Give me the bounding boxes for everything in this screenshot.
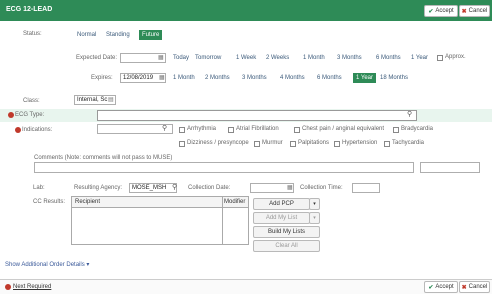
add-my-list-dropdown[interactable]: ▾: [309, 212, 320, 224]
expires-4-months[interactable]: 4 Months: [280, 73, 305, 83]
expected-2-weeks[interactable]: 2 Weeks: [266, 53, 289, 63]
expected-date-label: Expected Date:: [76, 55, 118, 61]
dizziness-checkbox[interactable]: [179, 141, 185, 147]
footer-bar: Next Required ✔ Accept ✖ Cancel: [0, 279, 492, 294]
footer-cancel-button[interactable]: ✖ Cancel: [459, 281, 490, 293]
expected-tomorrow[interactable]: Tomorrow: [195, 53, 221, 63]
dizziness-label: Dizziness / presyncope: [187, 140, 249, 146]
expires-6-months[interactable]: 6 Months: [317, 73, 342, 83]
close-icon: ✖: [461, 8, 467, 15]
bradycardia-label: Bradycardia: [401, 126, 434, 132]
hypertension-checkbox[interactable]: [334, 141, 340, 147]
chevron-down-icon: ▾: [313, 215, 316, 221]
cancel-button[interactable]: ✖ Cancel: [459, 5, 490, 17]
collection-time-input[interactable]: [352, 183, 380, 193]
check-icon: ✔: [428, 284, 434, 291]
cancel-label: Cancel: [468, 8, 488, 14]
ecg-type-label: ECG Type:: [15, 112, 45, 118]
required-icon: [15, 127, 21, 133]
approx-checkbox[interactable]: [437, 55, 443, 61]
expected-today[interactable]: Today: [173, 53, 189, 63]
status-normal[interactable]: Normal: [77, 30, 96, 40]
comments-input[interactable]: [34, 162, 414, 173]
expected-1-month[interactable]: 1 Month: [303, 53, 325, 63]
atrial-fibrillation-label: Atrial Fibrillation: [236, 126, 279, 132]
chevron-down-icon: ▾: [313, 201, 316, 207]
build-my-lists-button[interactable]: Build My Lists: [253, 226, 320, 238]
expires-1-month[interactable]: 1 Month: [173, 73, 195, 83]
search-icon[interactable]: ⚲: [407, 110, 412, 118]
palpitations-checkbox[interactable]: [290, 141, 296, 147]
atrial-fibrillation-checkbox[interactable]: [228, 127, 234, 133]
arrhythmia-checkbox[interactable]: [179, 127, 185, 133]
close-icon: ✖: [461, 284, 467, 291]
expected-3-months[interactable]: 3 Months: [337, 53, 362, 63]
calendar-icon[interactable]: ▦: [159, 74, 165, 81]
add-pcp-button[interactable]: Add PCP: [253, 198, 310, 210]
expected-6-months[interactable]: 6 Months: [376, 53, 401, 63]
chevron-down-icon: ▾: [86, 262, 90, 268]
required-icon: [5, 284, 11, 290]
indications-label: Indications:: [22, 127, 53, 133]
title-bar: ECG 12-LEAD ✔ Accept ✖ Cancel: [0, 0, 492, 21]
search-icon[interactable]: ⚲: [172, 183, 177, 191]
calendar-icon[interactable]: ▦: [287, 184, 293, 191]
add-pcp-dropdown[interactable]: ▾: [309, 198, 320, 210]
hypertension-label: Hypertension: [342, 140, 378, 146]
tachycardia-checkbox[interactable]: [384, 141, 390, 147]
murmur-label: Murmur: [262, 140, 283, 146]
collection-time-label: Collection Time:: [300, 185, 343, 191]
recipient-column-header[interactable]: Recipient: [75, 199, 100, 205]
lab-label: Lab:: [33, 185, 45, 191]
window-title: ECG 12-LEAD: [6, 6, 53, 13]
resulting-agency-label: Resulting Agency:: [74, 185, 123, 191]
chest-pain-label: Chest pain / anginal equivalent: [302, 126, 385, 132]
approx-label: Approx.: [445, 54, 466, 60]
required-icon: [8, 112, 14, 118]
expires-3-months[interactable]: 3 Months: [242, 73, 267, 83]
add-my-list-button[interactable]: Add My List: [253, 212, 310, 224]
collection-date-label: Collection Date:: [188, 185, 231, 191]
search-icon[interactable]: ⚲: [162, 124, 167, 132]
bradycardia-checkbox[interactable]: [393, 127, 399, 133]
expected-1-year[interactable]: 1 Year: [411, 53, 428, 63]
status-standing[interactable]: Standing: [106, 30, 130, 40]
cc-results-grid[interactable]: Recipient Modifier: [71, 196, 249, 245]
show-additional-details-link[interactable]: Show Additional Order Details ▾: [5, 261, 89, 268]
expected-1-week[interactable]: 1 Week: [236, 53, 256, 63]
column-divider: [222, 197, 223, 244]
resulting-agency-input[interactable]: MOSE_MSH: [129, 183, 177, 193]
arrhythmia-label: Arrhythmia: [187, 126, 217, 132]
comments-label: Comments (Note: comments will not pass t…: [34, 155, 173, 161]
next-required-link[interactable]: Next Required: [13, 284, 51, 290]
accept-button[interactable]: ✔ Accept: [424, 5, 458, 17]
accept-label: Accept: [435, 8, 454, 14]
status-label: Status:: [23, 31, 42, 37]
comments-extra-input[interactable]: [420, 162, 480, 173]
expires-1-year[interactable]: 1 Year: [353, 73, 377, 83]
footer-accept-button[interactable]: ✔ Accept: [424, 281, 458, 293]
class-label: Class:: [23, 98, 40, 104]
modifier-column-header[interactable]: Modifier: [224, 199, 245, 205]
palpitations-label: Palpitations: [298, 140, 330, 146]
ecg-type-input[interactable]: [97, 110, 417, 121]
expires-2-months[interactable]: 2 Months: [205, 73, 230, 83]
chest-pain-checkbox[interactable]: [294, 127, 300, 133]
expires-18-months[interactable]: 18 Months: [380, 73, 408, 83]
status-future[interactable]: Future: [139, 30, 163, 40]
expires-label: Expires:: [91, 75, 113, 81]
clear-all-button[interactable]: Clear All: [253, 240, 320, 252]
murmur-checkbox[interactable]: [254, 141, 260, 147]
tachycardia-label: Tachycardia: [392, 140, 425, 146]
dropdown-icon[interactable]: ▤: [108, 96, 114, 103]
calendar-icon[interactable]: ▦: [158, 54, 164, 61]
cc-results-label: CC Results:: [33, 199, 66, 205]
check-icon: ✔: [428, 8, 434, 15]
